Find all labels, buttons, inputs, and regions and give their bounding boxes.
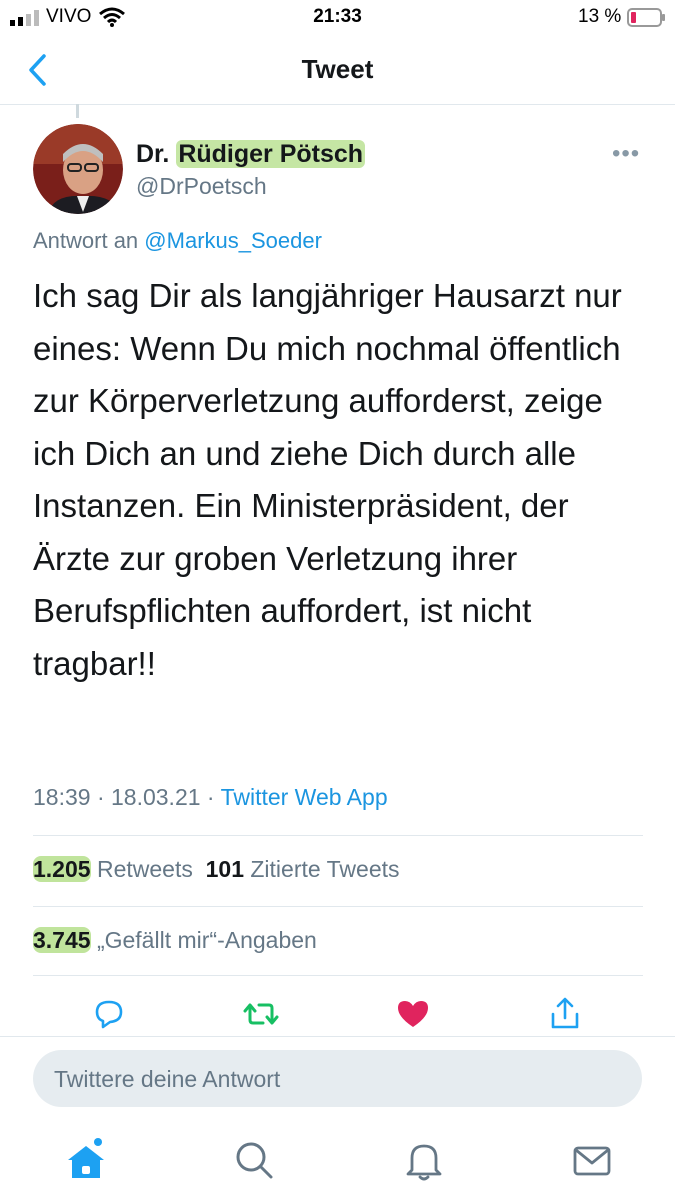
author-name[interactable]: Dr. Rüdiger Pötsch — [136, 140, 366, 169]
retweet-count: 1.205 — [33, 856, 91, 882]
reply-icon[interactable] — [89, 994, 129, 1034]
nav-bar: Tweet — [0, 36, 675, 105]
tweet-meta: 18:39 · 18.03.21 · Twitter Web App — [33, 784, 388, 811]
page-title: Tweet — [301, 54, 374, 84]
author-name-main: Rüdiger Pötsch — [176, 140, 366, 168]
retweet-icon[interactable] — [241, 994, 281, 1034]
reply-placeholder: Twittere deine Antwort — [54, 1066, 281, 1092]
author-name-prefix: Dr. — [136, 140, 170, 168]
like-count: 3.745 — [33, 927, 91, 953]
share-icon[interactable] — [545, 994, 585, 1034]
tab-messages-icon[interactable] — [570, 1138, 614, 1182]
like-heart-icon[interactable] — [393, 994, 433, 1034]
like-stats[interactable]: 3.745 „Gefällt mir“-Angaben — [33, 927, 317, 954]
tweet-text: Ich sag Dir als langjähriger Hausarzt nu… — [33, 277, 622, 682]
retweet-stats[interactable]: 1.205 Retweets 101 Zitierte Tweets — [33, 856, 400, 883]
divider — [33, 906, 643, 907]
thread-line — [76, 104, 79, 118]
battery-percent: 13 % — [578, 6, 622, 27]
tab-home-icon[interactable] — [64, 1138, 108, 1182]
retweet-label: Retweets — [96, 856, 193, 882]
tweet-timestamp: 18:39 · 18.03.21 · — [33, 784, 215, 810]
divider — [33, 835, 643, 836]
quote-label: Zitierte Tweets — [250, 856, 400, 882]
avatar[interactable] — [33, 124, 123, 214]
tab-search-icon[interactable] — [232, 1138, 276, 1182]
reply-to: Antwort an @Markus_Soeder — [33, 228, 322, 254]
divider — [33, 975, 643, 976]
reply-to-label: Antwort an — [33, 228, 139, 253]
author-handle[interactable]: @DrPoetsch — [136, 173, 267, 200]
tab-notifications-icon[interactable] — [402, 1138, 446, 1182]
battery-icon — [627, 8, 665, 27]
clock: 21:33 — [313, 6, 362, 27]
status-bar: VIVO 21:33 13 % — [0, 0, 675, 36]
reply-mention-link[interactable]: @Markus_Soeder — [144, 228, 322, 253]
quote-count: 101 — [205, 856, 244, 882]
more-options-icon[interactable]: ••• — [612, 140, 640, 168]
tweet-source-link[interactable]: Twitter Web App — [221, 784, 388, 810]
like-label: „Gefällt mir“-Angaben — [96, 927, 317, 953]
divider — [0, 1036, 675, 1037]
